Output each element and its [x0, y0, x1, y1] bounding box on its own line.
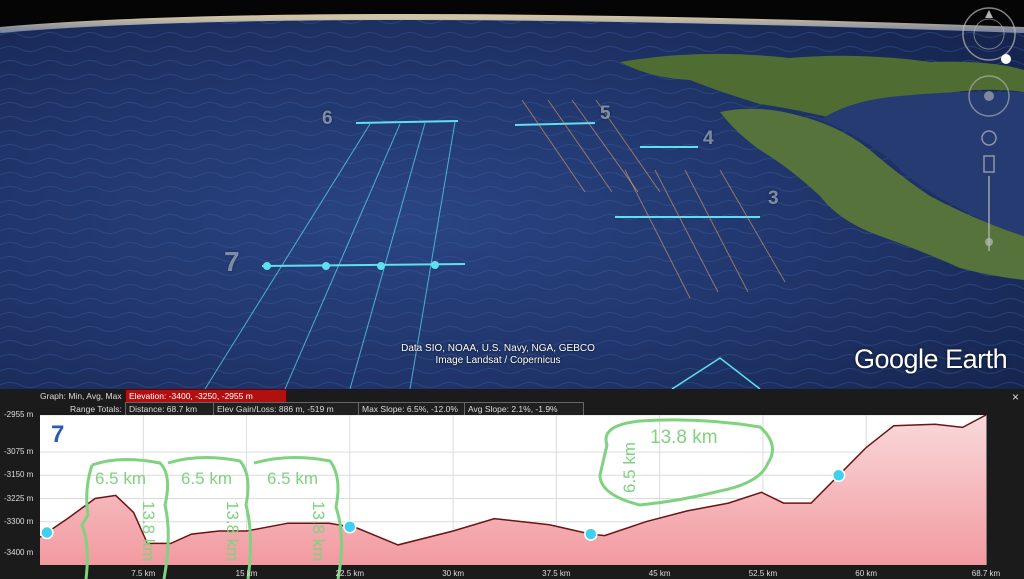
north-arrow-icon[interactable]	[985, 10, 993, 18]
swath2-width-label: 6.5 km	[181, 469, 233, 488]
zoom-in-icon[interactable]	[983, 155, 995, 173]
x-tick-label: 15 km	[235, 569, 258, 578]
x-tick-label: 45 km	[648, 569, 671, 578]
close-profile-button[interactable]: ×	[1012, 390, 1019, 404]
x-tick-label: 37.5 km	[542, 569, 571, 578]
swath3-length-label: 13.8 km	[309, 501, 328, 562]
profile-title: 7	[51, 421, 65, 448]
track-waypoint-marker[interactable]	[584, 527, 598, 541]
max-slope-stat: Max Slope: 6.5%, -12.0%	[358, 402, 466, 416]
area-label-7: 7	[224, 246, 240, 277]
x-tick-label: 60 km	[855, 569, 878, 578]
logo-word-google: Google	[854, 344, 939, 374]
elev-gain-loss-stat: Elev Gain/Loss: 886 m, -519 m	[213, 402, 361, 416]
distance-stat: Distance: 68.7 km	[125, 402, 216, 416]
profile-stats-bar: Graph: Min, Avg, Max Elevation: -3400, -…	[0, 389, 1024, 416]
avg-slope-stat: Avg Slope: 2.1%, -1.9%	[464, 402, 584, 416]
logo-word-earth: Earth	[945, 344, 1008, 374]
attribution-imagery-source: Image Landsat / Copernicus	[435, 355, 561, 366]
y-tick-label: -2955 m	[4, 410, 34, 419]
elevation-profile-panel: Graph: Min, Avg, Max Elevation: -3400, -…	[0, 389, 1024, 579]
swath1-width-label: 6.5 km	[95, 469, 147, 488]
earth-imagery	[0, 0, 1024, 389]
x-tick-label: 22.5 km	[335, 569, 365, 578]
y-tick-label: -3300 m	[4, 516, 34, 526]
street-view-pegman-icon[interactable]	[981, 130, 997, 146]
area-label-3: 3	[768, 188, 779, 209]
y-tick-label: -3225 m	[4, 493, 34, 503]
x-tick-label: 52.5 km	[748, 569, 778, 578]
track-waypoint-marker[interactable]	[831, 468, 846, 483]
navigation-controls[interactable]	[958, 6, 1020, 296]
area-label-4: 4	[703, 128, 714, 149]
box-length-label: 13.8 km	[650, 427, 718, 448]
zoom-slider-thumb[interactable]	[985, 238, 993, 246]
swath2-length-label: 13.8 km	[223, 501, 242, 562]
range-totals-label: Range Totals:	[70, 404, 122, 414]
x-tick-label: 7.5 km	[131, 569, 156, 578]
google-earth-logo: Google Earth	[854, 344, 1008, 375]
y-tick-label: -3400 m	[4, 547, 34, 557]
graph-mode-label: Graph: Min, Avg, Max	[40, 391, 122, 401]
box-width-label: 6.5 km	[620, 441, 639, 493]
compass-north-reset-icon[interactable]	[1001, 54, 1011, 64]
imagery-attribution: Data SIO, NOAA, U.S. Navy, NGA, GEBCO Im…	[398, 343, 598, 367]
elevation-stat: Elevation: -3400, -3250, -2955 m	[125, 389, 287, 403]
area-label-5: 5	[600, 103, 611, 124]
map-view[interactable]: 6 5 4 3 7 Data SIO, NOAA, U.S. Navy, NGA…	[0, 0, 1024, 389]
attribution-data-sources: Data SIO, NOAA, U.S. Navy, NGA, GEBCO	[401, 343, 595, 354]
swath1-length-label: 13.8 km	[139, 501, 158, 562]
y-tick-label: -3075 m	[4, 447, 34, 457]
x-tick-label: 68.7 km	[971, 569, 1001, 578]
track-waypoint-marker[interactable]	[343, 519, 357, 534]
track-waypoint-marker[interactable]	[40, 525, 54, 540]
y-tick-label: -3150 m	[4, 470, 34, 480]
area-label-6: 6	[322, 108, 333, 129]
swath3-width-label: 6.5 km	[267, 469, 319, 488]
x-tick-label: 30 km	[442, 569, 464, 578]
